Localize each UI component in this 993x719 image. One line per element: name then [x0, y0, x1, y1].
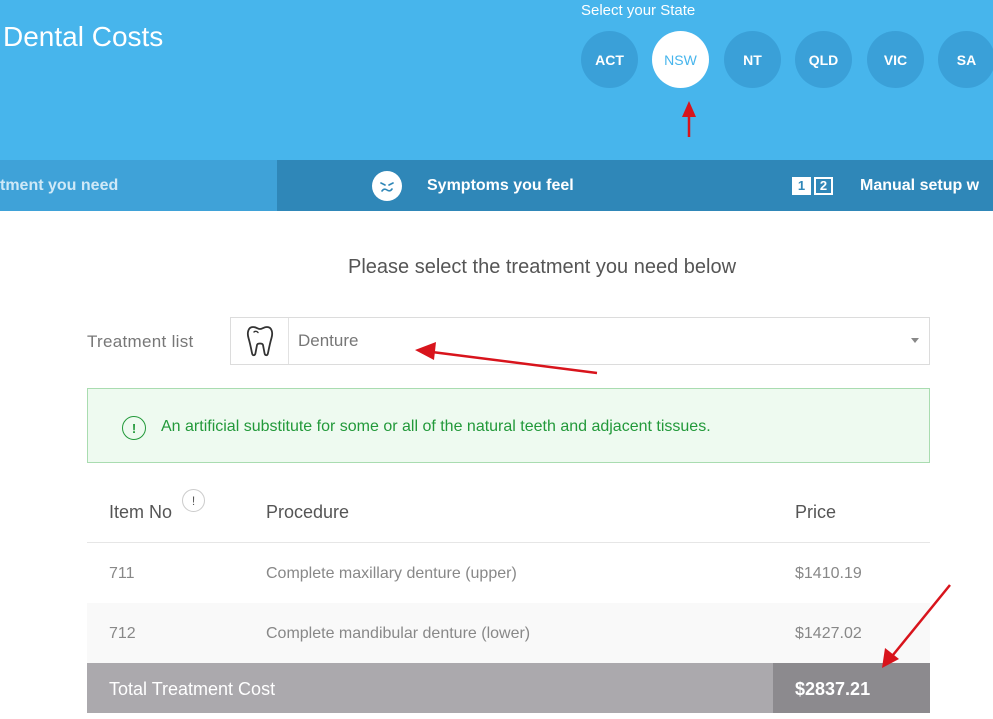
treatment-select[interactable]: Denture [230, 317, 930, 365]
tab-symptoms-label: Symptoms you feel [427, 176, 574, 194]
help-icon[interactable]: ! [182, 489, 205, 512]
column-header-procedure: Procedure [266, 502, 350, 522]
table-row: 712 Complete mandibular denture (lower) … [87, 603, 930, 663]
section-subtitle: Please select the treatment you need bel… [348, 256, 737, 278]
table-row: 711 Complete maxillary denture (upper) $… [87, 543, 930, 603]
tab-manual-setup-label: Manual setup w [860, 176, 980, 194]
header: Dental Costs Select your State ACT NSW N… [0, 0, 993, 160]
state-selector-label: Select your State [581, 2, 696, 19]
tab-treatment-label: tment you need [0, 176, 119, 194]
tab-symptoms[interactable]: Symptoms you feel [277, 160, 757, 211]
row-procedure: Complete mandibular denture (lower) [266, 625, 531, 642]
state-button-act[interactable]: ACT [581, 31, 638, 88]
tooth-icon [231, 318, 289, 364]
row-item-no: 712 [109, 625, 136, 642]
total-row: Total Treatment Cost $2837.21 [87, 663, 930, 713]
state-button-qld[interactable]: QLD [795, 31, 852, 88]
total-label: Total Treatment Cost [109, 679, 276, 699]
number-one-icon: 1 [792, 176, 811, 195]
row-procedure: Complete maxillary denture (upper) [266, 565, 517, 582]
column-header-item-no: Item No [109, 502, 173, 522]
treatment-list-label: Treatment list [87, 332, 194, 351]
row-item-no: 711 [109, 565, 135, 582]
state-button-nt[interactable]: NT [724, 31, 781, 88]
treatment-description-box: ! An artificial substitute for some or a… [87, 388, 930, 463]
total-value: $2837.21 [795, 679, 871, 699]
page-title: Dental Costs [3, 21, 164, 52]
state-button-sa[interactable]: SA [938, 31, 993, 88]
state-button-nsw[interactable]: NSW [652, 31, 709, 88]
row-price: $1410.19 [795, 565, 862, 582]
tab-treatment[interactable]: tment you need [0, 160, 277, 211]
tab-bar: tment you need Symptoms you feel 1 2 Man… [0, 160, 993, 211]
info-icon: ! [122, 416, 146, 440]
state-button-vic[interactable]: VIC [867, 31, 924, 88]
total-value-cell: $2837.21 [773, 663, 930, 713]
column-header-price: Price [795, 502, 837, 522]
tab-manual-setup[interactable]: 1 2 Manual setup w [757, 160, 993, 211]
row-price: $1427.02 [795, 625, 862, 642]
treatment-description: An artificial substitute for some or all… [161, 418, 711, 435]
treatment-select-value: Denture [298, 331, 359, 350]
number-two-icon: 2 [814, 176, 833, 195]
sad-face-icon [372, 170, 402, 201]
page: Dental Costs Select your State ACT NSW N… [0, 0, 993, 719]
caret-down-icon [911, 338, 919, 343]
